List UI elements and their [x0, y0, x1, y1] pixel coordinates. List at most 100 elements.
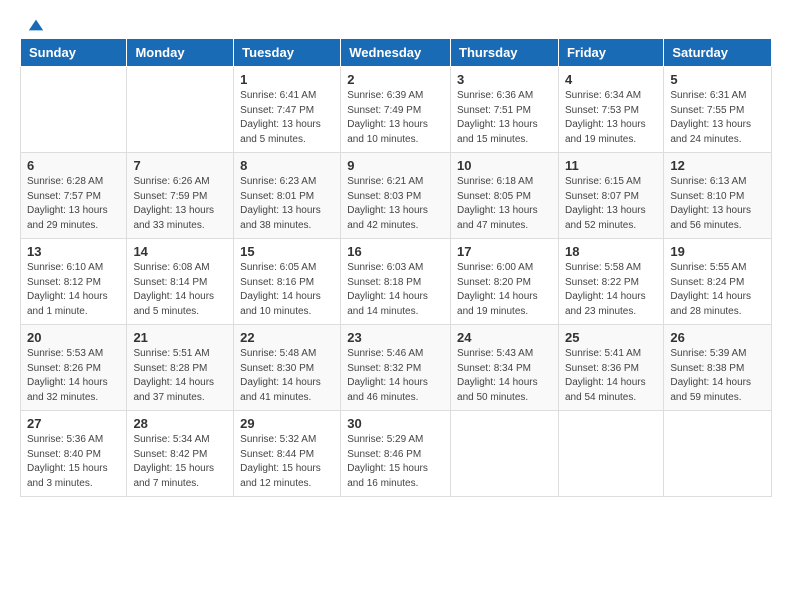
- day-number: 17: [457, 244, 552, 259]
- page-header: [10, 10, 782, 38]
- day-detail: Sunrise: 6:21 AMSunset: 8:03 PMDaylight:…: [347, 175, 444, 233]
- day-number: 10: [457, 158, 552, 173]
- day-detail: Sunrise: 5:53 AMSunset: 8:26 PMDaylight:…: [27, 347, 120, 405]
- calendar-day-cell: 28Sunrise: 5:34 AMSunset: 8:42 PMDayligh…: [127, 411, 234, 497]
- day-number: 26: [670, 330, 765, 345]
- calendar-day-cell: 23 Sunrise: 5:46 AMSunset: 8:32 PMDayligh…: [341, 325, 451, 411]
- calendar-day-cell: 1 Sunrise: 6:41 AMSunset: 7:47 PMDaylight…: [234, 67, 341, 153]
- calendar-header-row: SundayMondayTuesdayWednesdayThursdayFrid…: [21, 39, 772, 67]
- day-detail: Sunrise: 6:18 AMSunset: 8:05 PMDaylight:…: [457, 175, 552, 233]
- calendar-day-cell: 10 Sunrise: 6:18 AMSunset: 8:05 PMDayligh…: [451, 153, 559, 239]
- day-number: 2: [347, 72, 444, 87]
- day-number: 27: [27, 416, 120, 431]
- day-detail: Sunrise: 6:15 AMSunset: 8:07 PMDaylight:…: [565, 175, 657, 233]
- calendar-day-cell: 8 Sunrise: 6:23 AMSunset: 8:01 PMDaylight…: [234, 153, 341, 239]
- day-number: 13: [27, 244, 120, 259]
- calendar-day-cell: 12Sunrise: 6:13 AMSunset: 8:10 PMDayligh…: [664, 153, 772, 239]
- calendar-day-cell: 22Sunrise: 5:48 AMSunset: 8:30 PMDayligh…: [234, 325, 341, 411]
- calendar-day-cell: 2Sunrise: 6:39 AMSunset: 7:49 PMDaylight…: [341, 67, 451, 153]
- calendar-day-cell: 5 Sunrise: 6:31 AMSunset: 7:55 PMDaylight…: [664, 67, 772, 153]
- day-detail: Sunrise: 5:51 AMSunset: 8:28 PMDaylight:…: [133, 347, 227, 405]
- day-detail: Sunrise: 5:39 AMSunset: 8:38 PMDaylight:…: [670, 347, 765, 405]
- calendar-day-header: Sunday: [21, 39, 127, 67]
- day-detail: Sunrise: 5:55 AMSunset: 8:24 PMDaylight:…: [670, 261, 765, 319]
- day-detail: Sunrise: 5:46 AMSunset: 8:32 PMDaylight:…: [347, 347, 444, 405]
- calendar-week-row: 20 Sunrise: 5:53 AMSunset: 8:26 PMDayligh…: [21, 325, 772, 411]
- day-detail: Sunrise: 6:05 AMSunset: 8:16 PMDaylight:…: [240, 261, 334, 319]
- calendar-day-cell: 30Sunrise: 5:29 AMSunset: 8:46 PMDayligh…: [341, 411, 451, 497]
- day-detail: Sunrise: 6:03 AMSunset: 8:18 PMDaylight:…: [347, 261, 444, 319]
- day-detail: Sunrise: 6:00 AMSunset: 8:20 PMDaylight:…: [457, 261, 552, 319]
- day-detail: Sunrise: 6:10 AMSunset: 8:12 PMDaylight:…: [27, 261, 120, 319]
- day-number: 16: [347, 244, 444, 259]
- day-number: 5: [670, 72, 765, 87]
- calendar-day-cell: 15 Sunrise: 6:05 AMSunset: 8:16 PMDayligh…: [234, 239, 341, 325]
- calendar-day-cell: 16 Sunrise: 6:03 AMSunset: 8:18 PMDayligh…: [341, 239, 451, 325]
- day-number: 15: [240, 244, 334, 259]
- day-number: 8: [240, 158, 334, 173]
- day-detail: Sunrise: 5:43 AMSunset: 8:34 PMDaylight:…: [457, 347, 552, 405]
- day-number: 25: [565, 330, 657, 345]
- day-number: 30: [347, 416, 444, 431]
- day-number: 22: [240, 330, 334, 345]
- day-number: 23: [347, 330, 444, 345]
- day-detail: Sunrise: 6:26 AMSunset: 7:59 PMDaylight:…: [133, 175, 227, 233]
- calendar-day-header: Monday: [127, 39, 234, 67]
- calendar-day-cell: 27 Sunrise: 5:36 AMSunset: 8:40 PMDayligh…: [21, 411, 127, 497]
- calendar-day-header: Friday: [558, 39, 663, 67]
- calendar-day-cell: 19 Sunrise: 5:55 AMSunset: 8:24 PMDayligh…: [664, 239, 772, 325]
- calendar-day-cell: [21, 67, 127, 153]
- day-number: 19: [670, 244, 765, 259]
- day-detail: Sunrise: 6:28 AMSunset: 7:57 PMDaylight:…: [27, 175, 120, 233]
- calendar-day-header: Saturday: [664, 39, 772, 67]
- calendar-day-cell: 11 Sunrise: 6:15 AMSunset: 8:07 PMDayligh…: [558, 153, 663, 239]
- day-number: 11: [565, 158, 657, 173]
- day-detail: Sunrise: 6:31 AMSunset: 7:55 PMDaylight:…: [670, 89, 765, 147]
- day-number: 24: [457, 330, 552, 345]
- day-detail: Sunrise: 5:36 AMSunset: 8:40 PMDaylight:…: [27, 433, 120, 491]
- day-detail: Sunrise: 6:23 AMSunset: 8:01 PMDaylight:…: [240, 175, 334, 233]
- day-number: 1: [240, 72, 334, 87]
- day-detail: Sunrise: 6:41 AMSunset: 7:47 PMDaylight:…: [240, 89, 334, 147]
- calendar-day-cell: 13 Sunrise: 6:10 AMSunset: 8:12 PMDayligh…: [21, 239, 127, 325]
- calendar-day-cell: [558, 411, 663, 497]
- calendar-day-cell: 17 Sunrise: 6:00 AMSunset: 8:20 PMDayligh…: [451, 239, 559, 325]
- logo-icon: [27, 16, 45, 34]
- day-number: 3: [457, 72, 552, 87]
- day-detail: Sunrise: 5:41 AMSunset: 8:36 PMDaylight:…: [565, 347, 657, 405]
- calendar-day-header: Wednesday: [341, 39, 451, 67]
- day-detail: Sunrise: 6:13 AMSunset: 8:10 PMDaylight:…: [670, 175, 765, 233]
- day-detail: Sunrise: 6:34 AMSunset: 7:53 PMDaylight:…: [565, 89, 657, 147]
- day-number: 4: [565, 72, 657, 87]
- day-detail: Sunrise: 5:58 AMSunset: 8:22 PMDaylight:…: [565, 261, 657, 319]
- calendar-day-cell: 14 Sunrise: 6:08 AMSunset: 8:14 PMDayligh…: [127, 239, 234, 325]
- calendar-day-cell: 3 Sunrise: 6:36 AMSunset: 7:51 PMDaylight…: [451, 67, 559, 153]
- calendar-day-cell: 24 Sunrise: 5:43 AMSunset: 8:34 PMDayligh…: [451, 325, 559, 411]
- calendar-week-row: 27 Sunrise: 5:36 AMSunset: 8:40 PMDayligh…: [21, 411, 772, 497]
- day-number: 9: [347, 158, 444, 173]
- day-number: 18: [565, 244, 657, 259]
- calendar-day-cell: 6 Sunrise: 6:28 AMSunset: 7:57 PMDaylight…: [21, 153, 127, 239]
- calendar-day-cell: 4 Sunrise: 6:34 AMSunset: 7:53 PMDaylight…: [558, 67, 663, 153]
- calendar-day-cell: 26 Sunrise: 5:39 AMSunset: 8:38 PMDayligh…: [664, 325, 772, 411]
- day-detail: Sunrise: 6:08 AMSunset: 8:14 PMDaylight:…: [133, 261, 227, 319]
- calendar-day-cell: [451, 411, 559, 497]
- calendar-day-cell: [127, 67, 234, 153]
- day-number: 21: [133, 330, 227, 345]
- calendar-day-cell: 18 Sunrise: 5:58 AMSunset: 8:22 PMDayligh…: [558, 239, 663, 325]
- calendar-day-header: Thursday: [451, 39, 559, 67]
- day-detail: Sunrise: 6:36 AMSunset: 7:51 PMDaylight:…: [457, 89, 552, 147]
- calendar-day-cell: [664, 411, 772, 497]
- day-number: 7: [133, 158, 227, 173]
- calendar-week-row: 1 Sunrise: 6:41 AMSunset: 7:47 PMDaylight…: [21, 67, 772, 153]
- calendar-day-header: Tuesday: [234, 39, 341, 67]
- day-number: 28: [133, 416, 227, 431]
- calendar-day-cell: 7 Sunrise: 6:26 AMSunset: 7:59 PMDaylight…: [127, 153, 234, 239]
- day-number: 14: [133, 244, 227, 259]
- calendar-week-row: 6 Sunrise: 6:28 AMSunset: 7:57 PMDaylight…: [21, 153, 772, 239]
- day-detail: Sunrise: 5:32 AMSunset: 8:44 PMDaylight:…: [240, 433, 334, 491]
- calendar-day-cell: 25 Sunrise: 5:41 AMSunset: 8:36 PMDayligh…: [558, 325, 663, 411]
- calendar-day-cell: 21 Sunrise: 5:51 AMSunset: 8:28 PMDayligh…: [127, 325, 234, 411]
- day-number: 20: [27, 330, 120, 345]
- day-number: 6: [27, 158, 120, 173]
